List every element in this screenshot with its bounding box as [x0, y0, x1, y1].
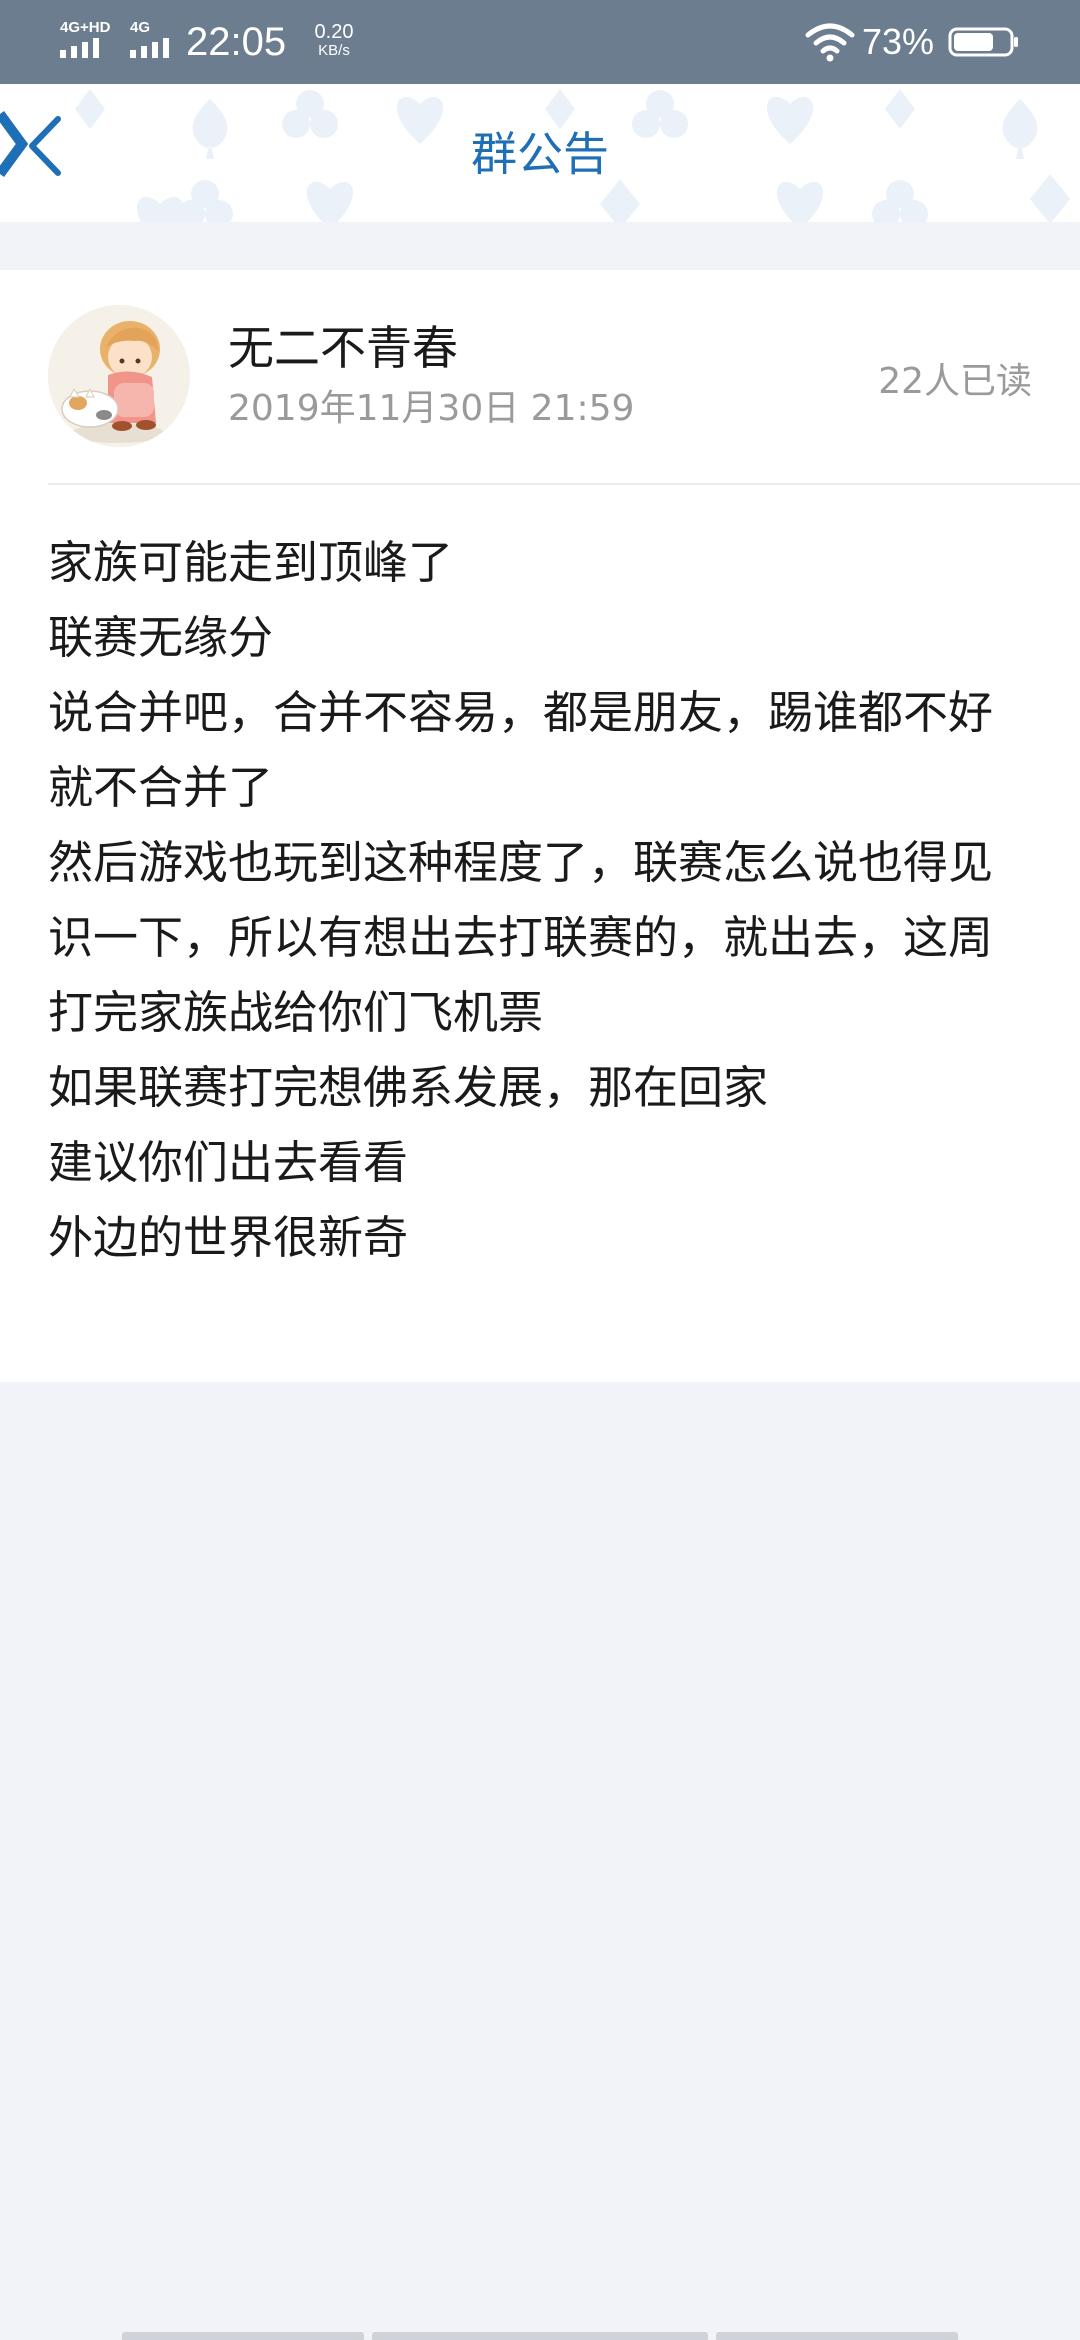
announcement-line: 就不合并了 — [48, 761, 274, 814]
signal-1-indicator: 4G+HD — [60, 20, 120, 60]
divider — [48, 483, 1080, 485]
status-bar: 4G+HD 4G 22:05 0.20 KB/s 73% — [0, 0, 1080, 84]
battery-icon — [948, 27, 1018, 57]
clock: 22:05 — [186, 20, 287, 64]
announcement-line: 外边的世界很新奇 — [48, 1211, 409, 1264]
announcement-line: 然后游戏也玩到这种程度了，联赛怎么说也得见识一下，所以有想出去打联赛的，就出去，… — [48, 836, 994, 1039]
author-name[interactable]: 无二不青春 — [228, 320, 458, 376]
announcement-line: 说合并吧，合并不容易，都是朋友，踢谁都不好 — [48, 686, 994, 739]
announcement-line: 家族可能走到顶峰了 — [48, 536, 454, 589]
read-count[interactable]: 22人已读 — [878, 360, 1032, 404]
announcement-line: 建议你们出去看看 — [48, 1136, 409, 1189]
battery-percent: 73% — [862, 21, 935, 62]
wifi-icon — [805, 23, 855, 62]
signal-bars-2-icon — [130, 38, 169, 58]
network-speed-unit: KB/s — [318, 42, 350, 59]
signal-bars-1-icon — [60, 38, 99, 58]
gesture-handle-left[interactable] — [122, 2332, 364, 2340]
network-speed-value: 0.20 — [314, 21, 354, 43]
network-type-label-2: 4G — [130, 19, 151, 36]
announcement-line: 联赛无缘分 — [48, 611, 274, 664]
signal-2-indicator: 4G — [130, 20, 190, 60]
avatar-image — [48, 305, 190, 447]
gesture-handle-center[interactable] — [372, 2332, 708, 2340]
announcement-line: 如果联赛打完想佛系发展，那在回家 — [48, 1061, 769, 1114]
page-title: 群公告 — [471, 127, 609, 181]
post-date: 2019年11月30日 21:59 — [228, 388, 635, 429]
title-bar: 群公告 — [0, 84, 1080, 234]
network-type-label-1: 4G+HD — [60, 19, 111, 36]
avatar[interactable] — [48, 305, 190, 447]
announcement-card: 无二不青春 2019年11月30日 21:59 22人已读 家族可能走到顶峰了 … — [0, 270, 1080, 1382]
network-speed: 0.20 KB/s — [304, 22, 364, 59]
announcement-text: 家族可能走到顶峰了 联赛无缘分 说合并吧，合并不容易，都是朋友，踢谁都不好 就不… — [48, 525, 1032, 1275]
gesture-handle-right[interactable] — [716, 2332, 958, 2340]
